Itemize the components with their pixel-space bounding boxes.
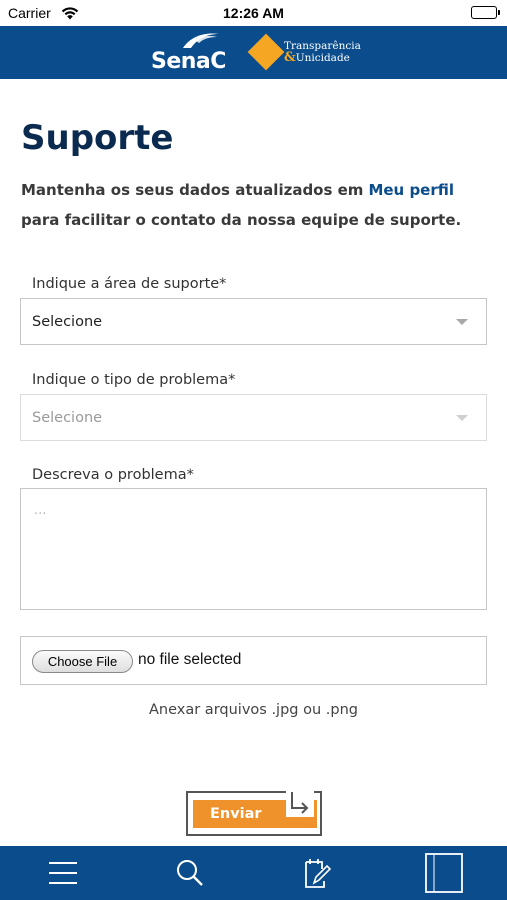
problem-type-label: Indique o tipo de problema* <box>32 372 236 388</box>
caret-down-icon <box>456 415 468 421</box>
transparencia-unicidade-logo: Transparência &Unicidade <box>247 33 380 72</box>
app-header: SenaC Transparência &Unicidade <box>0 26 507 79</box>
tu-logo-text: Transparência &Unicidade <box>284 40 361 64</box>
intro-sentence-end: para facilitar o contato da nossa equipe… <box>21 211 462 229</box>
file-status: no file selected <box>138 651 242 668</box>
problem-type-select-value: Selecione <box>32 410 103 426</box>
area-label: Indique a área de suporte* <box>32 276 227 292</box>
tab-menu[interactable] <box>0 846 126 900</box>
page-title: Suporte <box>21 118 174 158</box>
submit-arrow-icon <box>286 791 314 817</box>
description-textarea[interactable]: ... <box>20 488 487 610</box>
file-upload-field: Choose File no file selected <box>20 636 487 685</box>
bottom-tab-bar <box>0 846 507 900</box>
edit-document-icon <box>305 859 332 888</box>
caret-down-icon <box>456 319 468 325</box>
senac-swoosh-icon <box>183 33 219 48</box>
description-label: Descreva o problema* <box>32 467 194 483</box>
menu-icon <box>49 862 77 884</box>
tab-edit[interactable] <box>254 846 380 900</box>
area-select-value: Selecione <box>32 314 103 330</box>
choose-file-button[interactable]: Choose File <box>32 650 133 673</box>
description-placeholder: ... <box>34 503 47 518</box>
tu-ampersand: & <box>284 50 296 65</box>
search-icon <box>177 860 203 886</box>
profile-link[interactable]: Meu perfil <box>363 181 454 199</box>
intro-text: Mantenha os seus dados atualizados em Meu… <box>21 175 491 235</box>
battery-icon <box>471 6 500 19</box>
diamond-icon <box>247 33 285 71</box>
submit-button-frame: Enviar <box>186 791 322 836</box>
tab-search[interactable] <box>127 846 253 900</box>
tab-bookmark[interactable] <box>381 846 507 900</box>
bookmark-icon <box>425 853 463 893</box>
tu-line-2: Unicidade <box>295 52 350 64</box>
intro-sentence-start: Mantenha os seus dados atualizados em <box>21 181 364 199</box>
area-select[interactable]: Selecione <box>20 298 487 345</box>
clock: 12:26 AM <box>223 5 284 21</box>
senac-logo: SenaC <box>151 30 231 76</box>
status-bar: Carrier 12:26 AM <box>0 0 507 26</box>
file-hint: Anexar arquivos .jpg ou .png <box>149 702 358 718</box>
problem-type-select[interactable]: Selecione <box>20 394 487 441</box>
senac-wordmark: SenaC <box>151 49 226 74</box>
